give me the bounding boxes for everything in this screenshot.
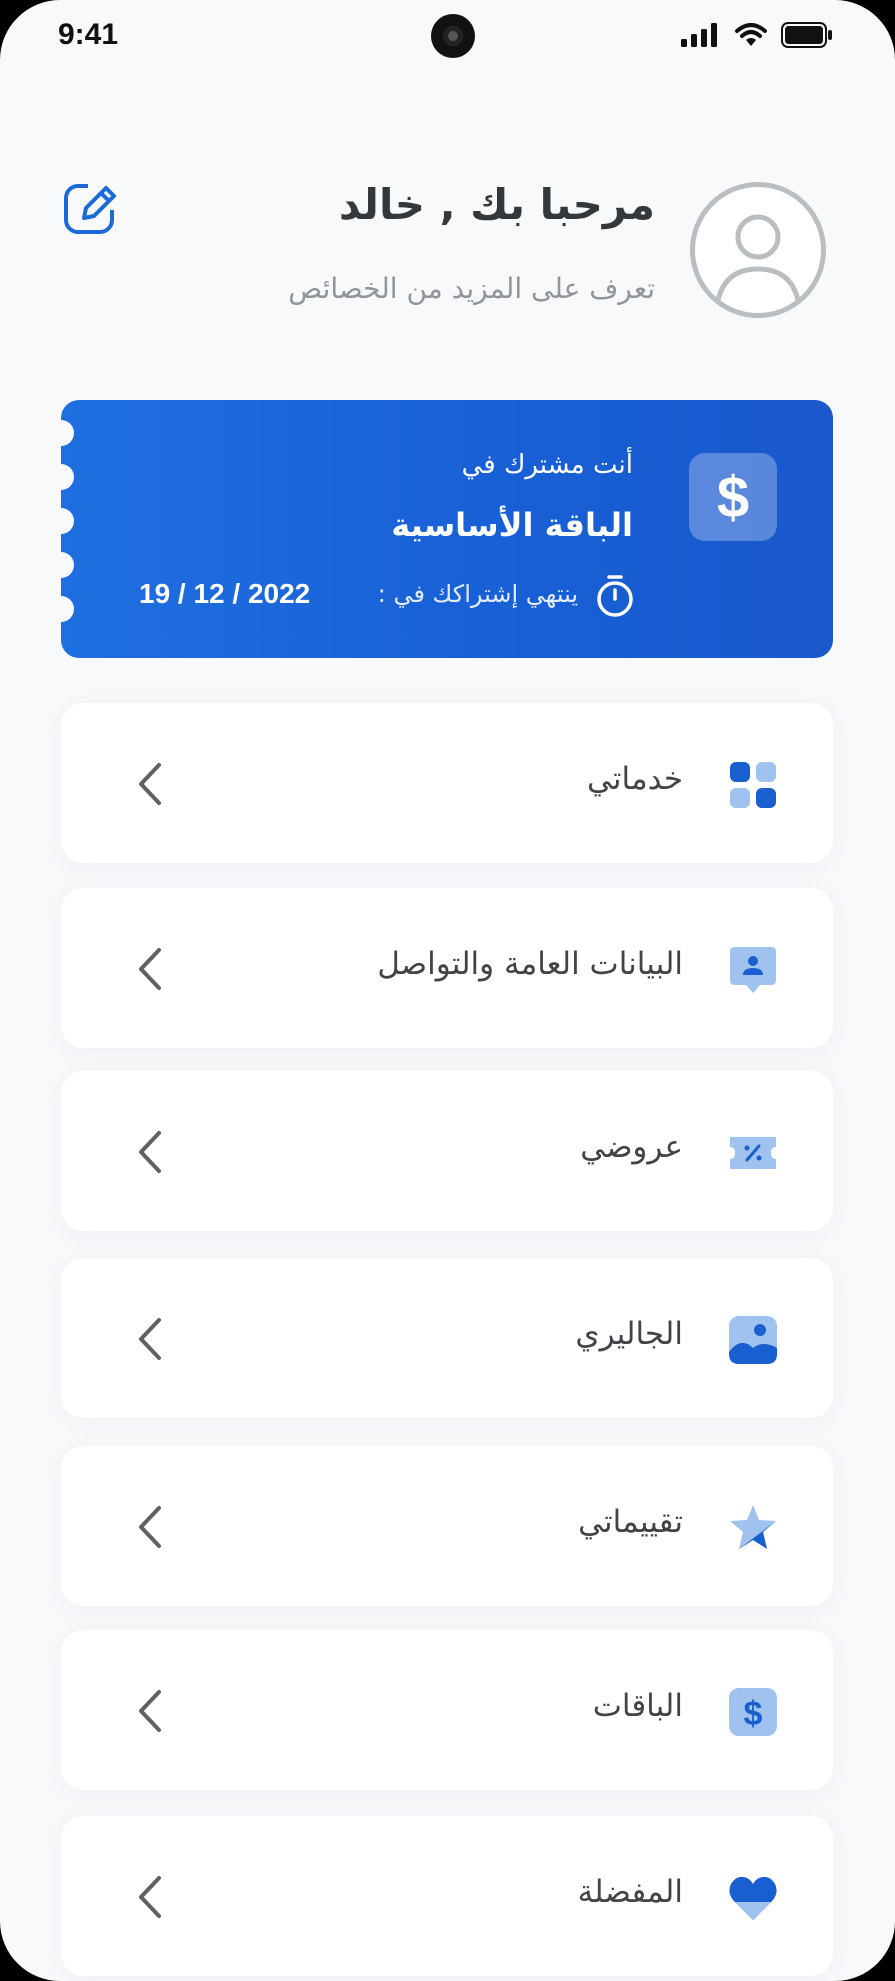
user-icon [714,214,802,306]
status-icons [681,22,833,48]
menu-item-label: خدماتي [587,761,683,797]
chevron-left-icon [139,1690,161,1732]
gallery-image-icon [729,1316,777,1364]
subscription-expiry-date: 19 / 12 / 2022 [139,578,311,609]
menu-item-my-ratings[interactable]: تقييماتي [61,1446,833,1606]
cellular-signal-icon [681,23,717,47]
menu-item-label: الباقات [592,1688,683,1724]
chevron-left-icon [139,948,161,990]
menu-item-label: المفضلة [577,1874,683,1910]
timer-icon [597,575,633,617]
chevron-left-icon [139,1506,161,1548]
discount-ticket-icon [730,1137,776,1169]
menu-item-gallery[interactable]: الجاليري [61,1258,833,1418]
edit-profile-icon[interactable] [62,178,122,238]
grid-icon [730,762,776,808]
subscription-label: أنت مشترك في [461,450,633,480]
wifi-icon [735,23,767,46]
chevron-left-icon [139,763,161,805]
menu-item-general-data[interactable]: البيانات العامة والتواصل [61,888,833,1048]
welcome-subtitle: تعرف على المزيد من الخصائص [288,272,655,305]
welcome-title: مرحبا بك , خالد [338,180,655,229]
chevron-left-icon [139,1876,161,1918]
menu-item-label: تقييماتي [578,1504,683,1540]
menu-item-label: الجاليري [575,1316,683,1352]
chevron-left-icon [139,1131,161,1173]
card-notch [61,552,74,578]
card-notch [61,508,74,534]
subscription-plan-name: الباقة الأساسية [391,506,633,544]
profile-avatar[interactable] [690,182,826,318]
menu-item-label: البيانات العامة والتواصل [377,946,683,982]
svg-text:$: $ [744,1695,763,1733]
menu-item-my-services[interactable]: خدماتي [61,703,833,863]
menu-item-packages[interactable]: $ الباقات [61,1630,833,1790]
menu-item-label: عروضي [580,1129,683,1165]
status-time: 9:41 [58,18,119,51]
card-notch [61,464,74,490]
subscription-card[interactable]: $ أنت مشترك في الباقة الأساسية ينتهي إشت… [61,400,833,658]
subscription-expiry-label: ينتهي إشتراكك في : [377,580,578,608]
heart-icon [729,1876,777,1920]
battery-icon [781,22,832,48]
dollar-icon: $ [729,1688,777,1736]
star-icon [730,1505,776,1549]
chevron-left-icon [139,1318,161,1360]
card-notch [61,596,74,622]
phone-screen: 9:41 مرحبا بك , خالد تعرف على المزيد من … [0,0,895,1981]
menu-item-my-offers[interactable]: عروضي [61,1071,833,1231]
menu-item-favorites[interactable]: المفضلة [61,1816,833,1976]
dollar-icon: $ [689,453,777,541]
card-notch [61,420,74,446]
camera-icon [431,14,475,58]
contact-card-icon [730,947,776,993]
